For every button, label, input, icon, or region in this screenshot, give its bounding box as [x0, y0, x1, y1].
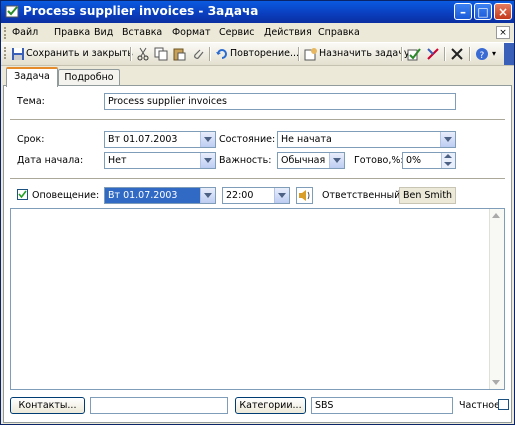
contacts-button[interactable]: Контакты...	[10, 397, 85, 414]
title-bar[interactable]: Process supplier invoices - Задача – □ ×	[1, 1, 514, 23]
chevron-down-icon[interactable]	[200, 132, 215, 147]
reminder-date-value: Вт 01.07.2003	[108, 190, 178, 201]
notes-textarea[interactable]	[10, 208, 505, 390]
toolbar-separator	[401, 47, 403, 61]
save-close-button[interactable]: Сохранить и закрыть	[26, 46, 133, 62]
toolbar-separator	[130, 47, 132, 61]
attach-icon[interactable]	[191, 47, 205, 61]
chevron-down-icon[interactable]	[274, 188, 289, 203]
reminder-time-value: 22:00	[226, 190, 254, 201]
notes-scrollbar[interactable]	[489, 209, 504, 389]
toolbar-separator	[298, 47, 300, 61]
toolbar-overflow-chevron[interactable]	[504, 43, 514, 65]
tab-task[interactable]: Задача	[6, 67, 58, 87]
toolbar: Сохранить и закрыть Повторение... Назнач…	[1, 43, 514, 66]
subject-label: Тема:	[17, 96, 45, 107]
copy-icon[interactable]	[154, 47, 168, 61]
categories-icon[interactable]	[426, 47, 440, 61]
priority-value: Обычная	[281, 155, 326, 166]
chevron-down-icon[interactable]	[200, 153, 215, 168]
help-icon[interactable]: ?	[475, 47, 489, 61]
percent-complete-label: Готово,%:	[354, 155, 404, 166]
toolbar-separator	[469, 47, 471, 61]
assign-task-button[interactable]: Назначить задачу	[319, 46, 410, 62]
subject-input[interactable]: Process supplier invoices	[104, 93, 456, 110]
menu-view[interactable]: Вид	[94, 27, 113, 38]
private-checkbox[interactable]	[498, 399, 509, 410]
recurrence-button[interactable]: Повторение...	[230, 46, 299, 62]
window-title: Process supplier invoices - Задача	[23, 4, 259, 18]
percent-complete-spinner[interactable]: 0%	[402, 152, 456, 169]
menu-tools[interactable]: Сервис	[219, 27, 255, 38]
owner-label: Ответственный:	[322, 190, 404, 201]
priority-select[interactable]: Обычная	[277, 152, 345, 169]
scroll-up-icon[interactable]	[492, 213, 500, 218]
menu-grip[interactable]	[4, 27, 9, 39]
minimize-button[interactable]: –	[454, 3, 472, 20]
assign-task-icon	[304, 48, 317, 61]
menu-insert[interactable]: Вставка	[122, 27, 162, 38]
start-date-label: Дата начала:	[17, 155, 84, 166]
menu-actions[interactable]: Действия	[264, 27, 312, 38]
paste-icon[interactable]	[172, 47, 186, 61]
menu-edit[interactable]: Правка	[54, 27, 90, 38]
menu-help[interactable]: Справка	[318, 27, 360, 38]
task-form: Тема: Process supplier invoices Срок: Вт…	[3, 85, 512, 423]
menu-file[interactable]: Файл	[12, 27, 38, 38]
divider	[10, 178, 505, 179]
task-window: Process supplier invoices - Задача – □ ×…	[0, 0, 515, 425]
menu-close-icon[interactable]: ×	[496, 26, 510, 39]
close-button[interactable]: ×	[494, 3, 512, 20]
delete-icon[interactable]	[450, 47, 464, 61]
reminder-sound-button[interactable]	[296, 187, 313, 204]
percent-complete-value: 0%	[406, 155, 422, 166]
cut-icon[interactable]	[136, 47, 150, 61]
chevron-down-icon[interactable]	[329, 153, 344, 168]
chevron-down-icon[interactable]	[440, 132, 455, 147]
reminder-label: Оповещение:	[32, 190, 100, 201]
svg-text:?: ?	[480, 51, 485, 61]
spin-arrows-icon[interactable]	[441, 153, 455, 168]
reminder-date-select[interactable]: Вт 01.07.2003	[104, 187, 216, 204]
mark-complete-icon[interactable]	[407, 47, 421, 61]
categories-input[interactable]: SBS	[311, 397, 453, 414]
due-date-value: Вт 01.07.2003	[108, 134, 178, 145]
owner-field: Ben Smith	[399, 187, 456, 204]
start-date-select[interactable]: Нет	[104, 152, 216, 169]
reminder-checkbox[interactable]	[17, 189, 28, 200]
toolbar-separator	[444, 47, 446, 61]
toolbar-options-icon[interactable]: ▾	[492, 46, 496, 62]
scroll-down-icon[interactable]	[492, 380, 500, 385]
tab-strip: Задача Подробно	[1, 67, 514, 87]
private-label: Частное	[459, 400, 500, 411]
priority-label: Важность:	[219, 155, 272, 166]
status-value: Не начата	[281, 134, 332, 145]
chevron-down-icon[interactable]	[200, 188, 215, 203]
checkmark-icon	[18, 190, 27, 199]
due-date-label: Срок:	[17, 134, 45, 145]
menu-format[interactable]: Формат	[172, 27, 211, 38]
maximize-button[interactable]: □	[474, 3, 492, 20]
status-label: Состояние:	[219, 134, 276, 145]
recurrence-icon	[216, 49, 227, 59]
speaker-icon	[299, 190, 310, 201]
reminder-time-select[interactable]: 22:00	[222, 187, 290, 204]
start-date-value: Нет	[108, 155, 127, 166]
status-select[interactable]: Не начата	[277, 131, 456, 148]
tab-details[interactable]: Подробно	[58, 69, 120, 85]
contacts-input[interactable]	[90, 397, 228, 414]
menu-bar: Файл Правка Вид Вставка Формат Сервис Де…	[1, 24, 514, 43]
toolbar-grip[interactable]	[4, 47, 9, 59]
due-date-select[interactable]: Вт 01.07.2003	[104, 131, 216, 148]
divider	[10, 119, 505, 120]
save-icon	[12, 48, 24, 60]
task-icon	[5, 5, 19, 18]
toolbar-separator	[209, 47, 211, 61]
categories-button[interactable]: Категории...	[235, 397, 306, 414]
